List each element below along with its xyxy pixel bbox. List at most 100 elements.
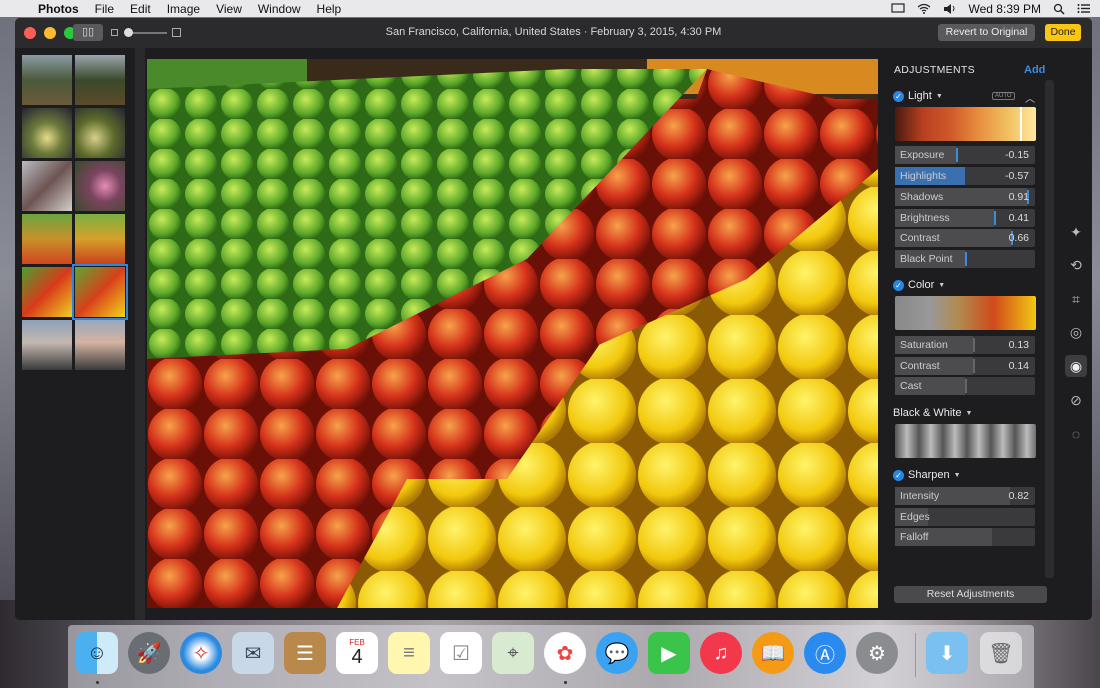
- wifi-icon[interactable]: [917, 3, 931, 14]
- thumbnail[interactable]: [22, 267, 72, 317]
- notes-icon[interactable]: ≡: [388, 632, 430, 674]
- menu-image[interactable]: Image: [159, 2, 208, 16]
- system-preferences-icon[interactable]: ⚙: [856, 632, 898, 674]
- messages-icon[interactable]: 💬: [596, 632, 638, 674]
- bw-preview-strip[interactable]: [895, 424, 1036, 458]
- thumbnail[interactable]: [22, 214, 72, 264]
- photos-icon[interactable]: ✿: [544, 632, 586, 674]
- cast-slider[interactable]: Cast: [895, 377, 1035, 395]
- maps-icon[interactable]: ⌖: [492, 632, 534, 674]
- reminders-icon[interactable]: ☑: [440, 632, 482, 674]
- sharpen-enabled-checkbox[interactable]: ✓: [893, 469, 904, 481]
- light-dropdown-icon[interactable]: ▼: [936, 93, 943, 100]
- bw-section-header[interactable]: Black & White ▼: [893, 406, 972, 420]
- downloads-folder-icon[interactable]: ⬇: [926, 632, 968, 674]
- light-section-header[interactable]: ✓ Light ▼ AUTO ︿: [893, 89, 1038, 105]
- saturation-slider[interactable]: Saturation 0.13: [895, 336, 1035, 354]
- light-preview-strip[interactable]: [895, 107, 1036, 141]
- safari-icon[interactable]: ✧: [180, 632, 222, 674]
- clock[interactable]: Wed 8:39 PM: [969, 2, 1041, 16]
- thumbnail[interactable]: [75, 320, 125, 370]
- color-contrast-value: 0.14: [1008, 360, 1029, 372]
- menu-help[interactable]: Help: [309, 2, 350, 16]
- bw-dropdown-icon[interactable]: ▼: [965, 410, 972, 417]
- exposure-slider[interactable]: Exposure -0.15: [895, 146, 1035, 164]
- color-contrast-slider[interactable]: Contrast 0.14: [895, 357, 1035, 375]
- menu-window[interactable]: Window: [250, 2, 309, 16]
- thumbnail[interactable]: [75, 214, 125, 264]
- adjust-icon[interactable]: ◉: [1065, 355, 1087, 377]
- color-dropdown-icon[interactable]: ▼: [938, 282, 945, 289]
- screen-mirror-icon[interactable]: [890, 3, 905, 14]
- shadows-slider[interactable]: Shadows 0.91: [895, 188, 1035, 206]
- falloff-slider[interactable]: Falloff: [895, 528, 1035, 546]
- facetime-icon[interactable]: ▶: [648, 632, 690, 674]
- auto-button[interactable]: AUTO: [992, 92, 1015, 100]
- crop-icon[interactable]: ⌗: [1065, 288, 1087, 310]
- mail-icon[interactable]: ✉: [232, 632, 274, 674]
- thumbnail[interactable]: [22, 161, 72, 211]
- thumbnail[interactable]: [22, 108, 72, 158]
- color-contrast-label: Contrast: [900, 360, 940, 372]
- menu-edit[interactable]: Edit: [122, 2, 159, 16]
- highlights-slider[interactable]: Highlights -0.57: [895, 167, 1035, 185]
- sharpen-dropdown-icon[interactable]: ▼: [954, 472, 961, 479]
- color-enabled-checkbox[interactable]: ✓: [893, 279, 904, 291]
- menu-app-name[interactable]: Photos: [30, 2, 87, 16]
- rotate-icon[interactable]: ⟲: [1065, 254, 1087, 276]
- dock-separator: [915, 633, 916, 677]
- saturation-label: Saturation: [900, 339, 948, 351]
- notification-center-icon[interactable]: [1077, 3, 1090, 14]
- black-point-label: Black Point: [900, 253, 953, 265]
- menu-file[interactable]: File: [87, 2, 122, 16]
- filters-icon[interactable]: ◎: [1065, 321, 1087, 343]
- launchpad-icon[interactable]: 🚀: [128, 632, 170, 674]
- photos-running-indicator: [564, 681, 567, 684]
- brightness-slider[interactable]: Brightness 0.41: [895, 209, 1035, 227]
- finder-icon[interactable]: ☺: [76, 632, 118, 674]
- photo-canvas[interactable]: [147, 59, 878, 608]
- app-store-icon[interactable]: Ⓐ: [804, 632, 846, 674]
- thumbnail[interactable]: [22, 55, 72, 105]
- exposure-label: Exposure: [900, 149, 945, 161]
- contrast-slider[interactable]: Contrast 0.66: [895, 229, 1035, 247]
- ibooks-icon[interactable]: 📖: [752, 632, 794, 674]
- volume-icon[interactable]: [943, 3, 957, 14]
- sharpen-section-header[interactable]: ✓ Sharpen ▼: [893, 468, 961, 482]
- thumbnail[interactable]: [75, 108, 125, 158]
- light-strip-marker[interactable]: [1020, 107, 1022, 141]
- bw-label: Black & White: [893, 407, 962, 419]
- intensity-value: 0.82: [1008, 490, 1029, 502]
- thumbnail-selected[interactable]: [72, 264, 128, 320]
- color-preview-strip[interactable]: [895, 296, 1036, 330]
- black-point-slider[interactable]: Black Point: [895, 250, 1035, 268]
- music-icon[interactable]: ♫: [700, 632, 742, 674]
- finder-running-indicator: [96, 681, 99, 684]
- spotlight-icon[interactable]: [1053, 3, 1065, 15]
- thumbnail[interactable]: [75, 55, 125, 105]
- sidebar-divider[interactable]: [135, 48, 145, 620]
- magic-wand-icon[interactable]: ✦: [1065, 221, 1087, 243]
- add-adjustment-button[interactable]: Add: [1024, 64, 1045, 76]
- thumbnail[interactable]: [22, 320, 72, 370]
- thumbnail[interactable]: [75, 161, 125, 211]
- revert-to-original-button[interactable]: Revert to Original: [938, 24, 1035, 41]
- trash-icon[interactable]: 🗑: [980, 632, 1022, 674]
- done-button[interactable]: Done: [1045, 24, 1081, 41]
- brightness-label: Brightness: [900, 212, 950, 224]
- red-eye-icon[interactable]: ◌: [1065, 423, 1087, 445]
- shadows-value: 0.91: [1008, 191, 1029, 203]
- edges-slider[interactable]: Edges: [895, 508, 1035, 526]
- retouch-icon[interactable]: ⊘: [1065, 389, 1087, 411]
- collapse-caret-icon[interactable]: ︿: [1025, 90, 1035, 105]
- calendar-icon[interactable]: FEB 4: [336, 632, 378, 674]
- panel-scrollbar[interactable]: [1045, 80, 1054, 578]
- reset-adjustments-button[interactable]: Reset Adjustments: [894, 586, 1047, 603]
- light-enabled-checkbox[interactable]: ✓: [893, 90, 904, 102]
- menu-view[interactable]: View: [208, 2, 250, 16]
- intensity-slider[interactable]: Intensity 0.82: [895, 487, 1035, 505]
- color-section-header[interactable]: ✓ Color ▼: [893, 278, 945, 292]
- contacts-icon[interactable]: ☰: [284, 632, 326, 674]
- adjustments-title: ADJUSTMENTS: [894, 64, 975, 76]
- cast-label: Cast: [900, 380, 922, 392]
